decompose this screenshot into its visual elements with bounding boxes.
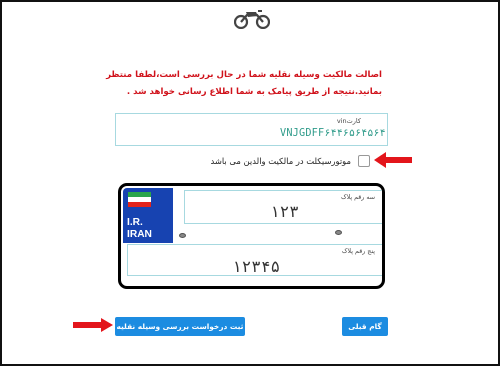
three-digit-field[interactable]: سه رقم پلاک ۱۲۳ bbox=[184, 190, 382, 224]
owner-checkbox-row[interactable]: موتورسیکلت در مالکیت والدین می باشد bbox=[170, 155, 370, 169]
motorcycle-icon bbox=[234, 10, 270, 29]
notice-line-2: بمانید.نتیجه از طریق پیامک به شما اطلاع … bbox=[126, 87, 382, 97]
iran-flag-icon bbox=[128, 192, 151, 207]
plate-country-strip: I.R. IRAN bbox=[123, 188, 173, 243]
notice-line-1: اصالت مالکیت وسیله نقلیه شما در حال بررس… bbox=[106, 70, 382, 80]
five-digit-field[interactable]: پنج رقم پلاک ۱۲۳۴۵ bbox=[127, 244, 382, 276]
five-digit-value: ۱۲۳۴۵ bbox=[232, 257, 281, 276]
vin-label: vinکارت bbox=[336, 117, 361, 125]
screw-icon bbox=[335, 230, 342, 235]
owner-checkbox[interactable] bbox=[358, 155, 370, 167]
three-digit-value: ۱۲۳ bbox=[270, 202, 299, 221]
vin-field[interactable]: vinکارت VNJGDFF۶۴۴۶۵۶۴۵۶۴ bbox=[115, 113, 388, 146]
license-plate: I.R. IRAN سه رقم پلاک ۱۲۳ پنج رقم پلاک ۱… bbox=[118, 183, 385, 289]
three-digit-label: سه رقم پلاک bbox=[340, 194, 375, 201]
vin-value: VNJGDFF۶۴۴۶۵۶۴۵۶۴ bbox=[280, 128, 386, 139]
arrow-left-icon bbox=[374, 152, 412, 168]
plate-country-line-2: IRAN bbox=[127, 229, 152, 240]
five-digit-label: پنج رقم پلاک bbox=[341, 248, 375, 255]
submit-request-button[interactable]: ثبت درخواست بررسی وسیله نقلیه bbox=[115, 317, 245, 336]
screw-icon bbox=[179, 233, 186, 238]
owner-checkbox-label: موتورسیکلت در مالکیت والدین می باشد bbox=[210, 156, 351, 166]
plate-country-line-1: I.R. bbox=[127, 217, 143, 228]
previous-step-button[interactable]: گام قبلی bbox=[342, 317, 388, 336]
arrow-right-icon bbox=[73, 318, 113, 332]
